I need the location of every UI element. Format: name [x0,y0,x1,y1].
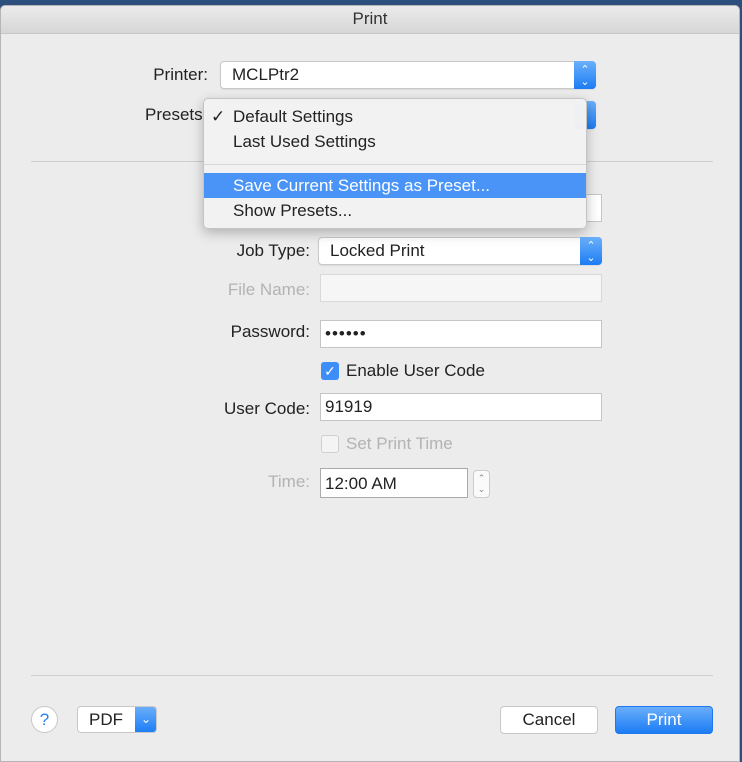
user-code-label: User Code: [224,399,310,418]
help-button[interactable]: ? [31,706,58,733]
printer-label: Printer: [153,65,208,84]
set-print-time-checkbox[interactable] [321,435,339,453]
pdf-menu-button[interactable]: PDF ⌄ [77,706,157,733]
printer-popup[interactable]: MCLPtr2 ⌃ ⌄ [220,61,596,89]
divider [31,675,713,676]
file-name-label: File Name: [227,280,310,299]
menu-item-show-presets[interactable]: Show Presets... [204,198,586,223]
job-type-label: Job Type: [236,241,310,260]
password-input[interactable]: •••••• [320,320,602,348]
checkmark-icon: ✓ [211,107,226,126]
print-button[interactable]: Print [615,706,713,734]
password-label: Password: [230,322,310,341]
time-label: Time: [268,472,310,491]
print-dialog: Print Printer: MCLPtr2 ⌃⌄ Presets: ⌃⌄ Jo… [0,5,740,762]
up-down-chevron-icon: ⌃⌄ [580,237,602,265]
job-type-popup[interactable]: Locked Print ⌃ ⌄ [318,237,602,265]
time-input[interactable]: 12:00 AM [320,468,468,498]
pdf-label: PDF [89,710,123,729]
job-type-value: Locked Print [330,241,425,260]
enable-user-code-checkbox[interactable]: ✓ [321,362,339,380]
menu-item-label: Default Settings [233,107,354,126]
menu-item-default-settings[interactable]: ✓ Default Settings [204,104,586,129]
file-name-input[interactable] [320,274,602,302]
presets-label: Presets: [145,105,205,124]
time-stepper[interactable]: ⌃ ⌄ [473,470,490,498]
menu-item-save-preset[interactable]: Save Current Settings as Preset... [204,173,586,198]
up-down-chevron-icon: ⌃⌄ [574,61,596,89]
chevron-down-icon: ⌄ [135,707,156,732]
set-print-time-label: Set Print Time [346,434,453,453]
menu-item-last-used-settings[interactable]: Last Used Settings [204,129,586,154]
printer-value: MCLPtr2 [232,65,300,84]
user-code-input[interactable]: 91919 [320,393,602,421]
menu-separator [204,164,586,165]
window-title: Print [1,6,739,34]
enable-user-code-label: Enable User Code [346,361,485,380]
cancel-button[interactable]: Cancel [500,706,598,734]
presets-menu: ✓ Default Settings Last Used Settings Sa… [203,98,587,229]
